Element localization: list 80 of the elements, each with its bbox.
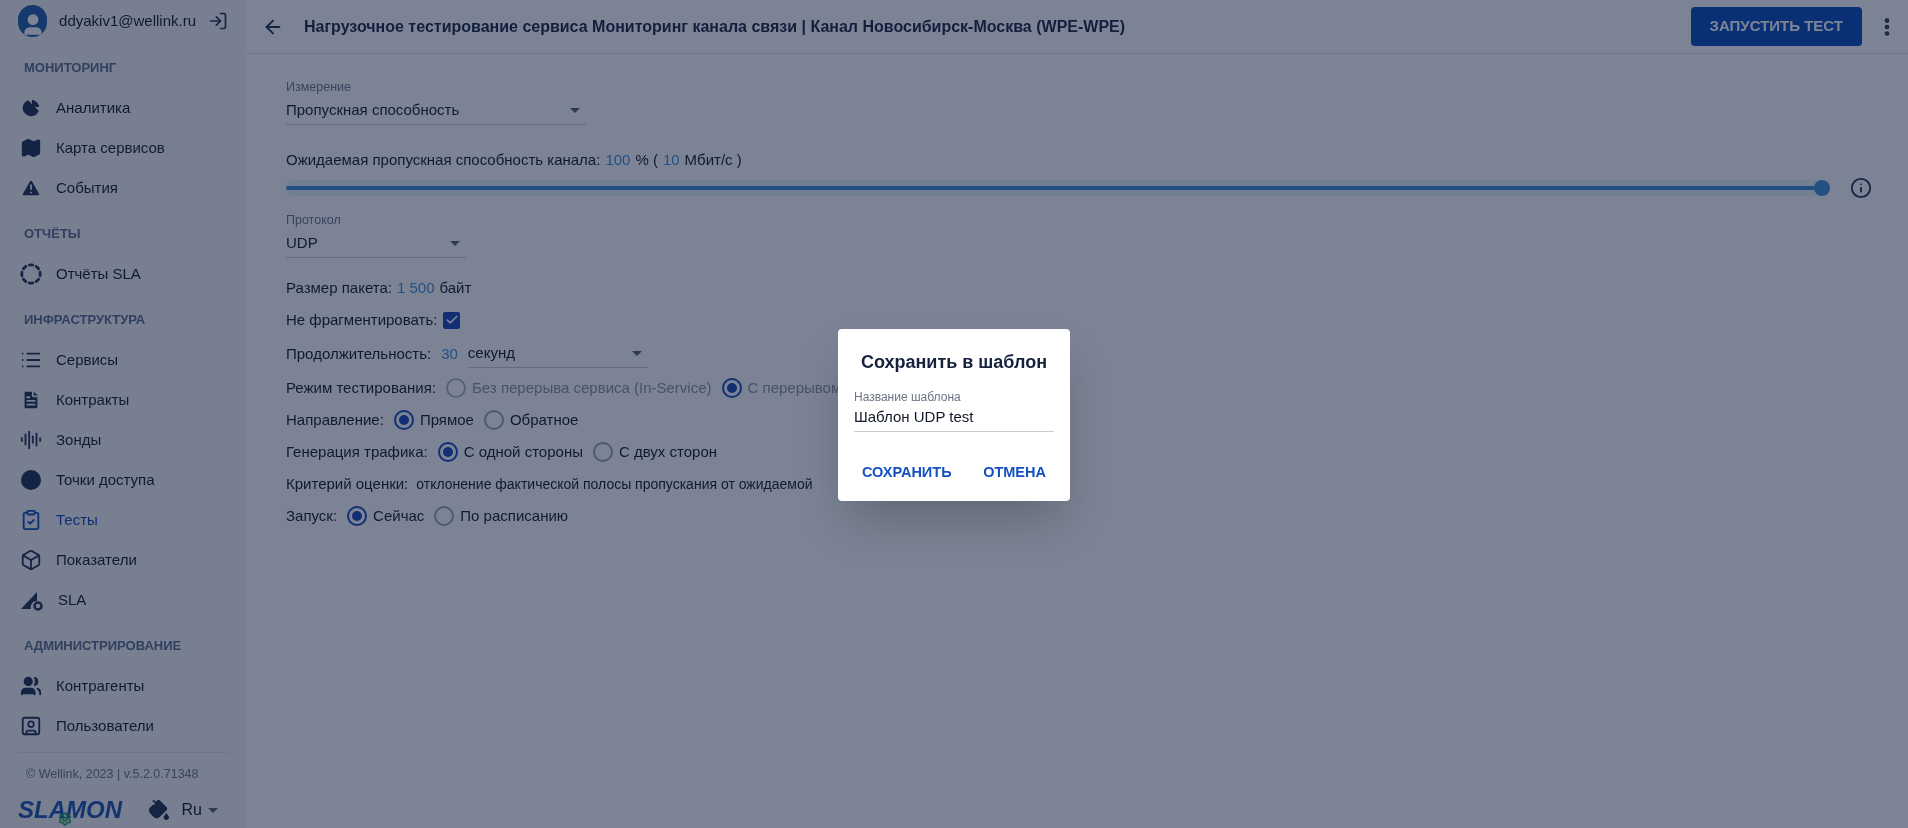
nav-item[interactable]: Отчёты SLA bbox=[18, 254, 228, 295]
checkbox[interactable] bbox=[443, 311, 461, 329]
radio-label: Обратное bbox=[509, 409, 579, 430]
cube-icon bbox=[20, 549, 42, 572]
field-label: Генерация трафика: bbox=[286, 441, 428, 462]
sound-wave-icon bbox=[20, 429, 42, 452]
radio-button[interactable] bbox=[347, 506, 368, 526]
nav-item[interactable]: Карта сервисов bbox=[18, 128, 228, 169]
radio-label: Прямое bbox=[419, 409, 474, 430]
nav-item[interactable]: SLA bbox=[18, 580, 228, 621]
people-icon bbox=[20, 675, 42, 698]
field-label: Измерение bbox=[286, 79, 352, 96]
ring-icon bbox=[20, 263, 42, 286]
paint-bucket-icon[interactable] bbox=[147, 799, 170, 821]
nav-item[interactable]: Тесты bbox=[18, 500, 228, 541]
logo: SLAMON bbox=[18, 792, 122, 828]
caret-icon bbox=[450, 241, 460, 246]
unit-text: Мбит/с ) bbox=[684, 149, 742, 170]
dialog-button[interactable]: ОТМЕНА bbox=[975, 455, 1054, 490]
nav-item[interactable]: Сервисы bbox=[18, 340, 228, 381]
protocol-select[interactable]: UDP bbox=[286, 230, 466, 258]
radio-button[interactable] bbox=[592, 442, 613, 462]
section-header: ОТЧЁТЫ bbox=[23, 224, 82, 243]
time-unit-select[interactable]: секунд bbox=[467, 340, 648, 368]
info-icon[interactable] bbox=[1850, 177, 1872, 200]
user-email: ddyakiv1@wellink.ru bbox=[59, 10, 196, 31]
duration-value: 30 bbox=[441, 343, 458, 364]
field-label: Режим тестирования: bbox=[286, 377, 436, 398]
packet-size-value: 1 500 bbox=[397, 277, 435, 298]
slider-thumb[interactable] bbox=[1814, 180, 1830, 197]
dialog-button[interactable]: СОХРАНИТЬ bbox=[854, 455, 960, 490]
language-select[interactable]: Ru bbox=[181, 798, 218, 822]
nav-item[interactable]: События bbox=[18, 168, 228, 209]
run-test-button[interactable]: ЗАПУСТИТЬ ТЕСТ bbox=[1690, 7, 1862, 46]
map-icon bbox=[20, 137, 42, 160]
criterion-text: отклонение фактической полосы пропускания от ожидаемой bbox=[416, 474, 813, 494]
clipboard-check-icon bbox=[20, 509, 42, 532]
field-label: Направление: bbox=[286, 409, 384, 430]
template-name-field[interactable]: Шаблон UDP test bbox=[854, 406, 1054, 432]
section-header: МОНИТОРИНГ bbox=[23, 58, 118, 77]
radio-button[interactable] bbox=[483, 410, 504, 430]
nav-item[interactable]: Зонды bbox=[18, 420, 228, 461]
nav-item[interactable]: Контрагенты bbox=[18, 666, 228, 707]
field-label: Продолжительность: bbox=[286, 343, 432, 364]
radio-button[interactable] bbox=[434, 506, 455, 526]
page-title: Нагрузочное тестирование сервиса Мониторинг канала связи | Канал Новосибирск-Москва (WPE-WPE) bbox=[304, 16, 1127, 37]
pie-chart-icon bbox=[20, 97, 42, 120]
radio-button[interactable] bbox=[393, 410, 414, 430]
field-label: Запуск: bbox=[286, 505, 338, 526]
nav-item[interactable]: Аналитика bbox=[18, 88, 228, 129]
field-label: Критерий оценки: bbox=[286, 473, 409, 494]
nav-item[interactable]: Пользователи bbox=[18, 706, 228, 747]
radio-label: С двух сторон bbox=[618, 441, 718, 462]
caret-icon bbox=[570, 107, 580, 113]
caret-icon bbox=[208, 807, 218, 813]
radio-label: По расписанию bbox=[460, 505, 569, 526]
field-label: Ожидаемая пропускная способность канала: bbox=[286, 149, 601, 170]
radio-label: С одной стороны bbox=[463, 441, 583, 462]
avatar-icon bbox=[18, 5, 48, 38]
speed-value: 10 bbox=[662, 149, 680, 170]
section-header: ИНФРАСТРУКТУРА bbox=[23, 310, 147, 329]
section-header: АДМИНИСТРИРОВАНИЕ bbox=[23, 636, 183, 655]
nav-item[interactable]: Контракты bbox=[18, 380, 228, 421]
radio-button[interactable] bbox=[437, 442, 458, 462]
unit-text: байт bbox=[439, 277, 472, 298]
field-label: Не фрагментировать: bbox=[286, 309, 438, 330]
nav-item[interactable]: Показатели bbox=[18, 540, 228, 581]
nav-item[interactable]: Точки доступа bbox=[18, 460, 228, 501]
field-label: Протокол bbox=[286, 212, 342, 230]
radio-label: Сейчас bbox=[373, 505, 425, 526]
circle-icon bbox=[20, 469, 42, 492]
percent-value: 100 bbox=[605, 149, 631, 170]
copyright-text: © Wellink, 2023 | v.5.2.0.71348 bbox=[25, 766, 200, 784]
measurement-select[interactable]: Пропускная способность bbox=[286, 96, 586, 125]
field-label: Название шаблона bbox=[854, 389, 962, 406]
user-card-icon bbox=[20, 715, 42, 738]
unit-text: % ( bbox=[635, 149, 658, 170]
field-label: Размер пакета: bbox=[286, 277, 392, 298]
dialog-title: Сохранить в шаблон bbox=[859, 351, 1049, 374]
caret-icon bbox=[631, 351, 642, 356]
